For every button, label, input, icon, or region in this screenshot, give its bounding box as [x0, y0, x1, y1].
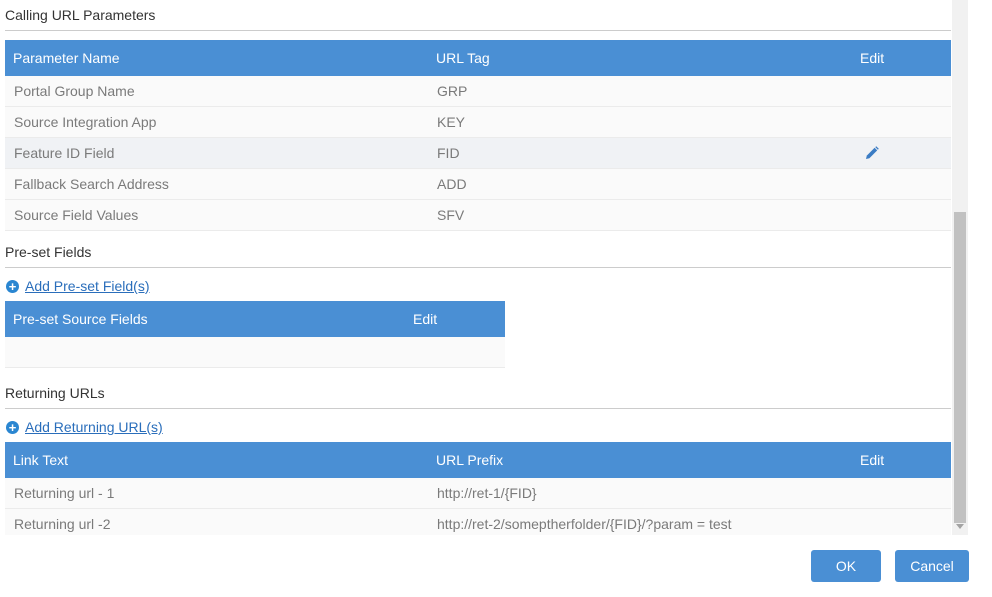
link-text-cell: Returning url - 1: [5, 478, 428, 509]
returning-urls-table: Link Text URL Prefix Edit Returning url …: [5, 442, 951, 535]
returning-urls-title: Returning URLs: [5, 385, 951, 409]
add-preset-fields-link[interactable]: + Add Pre-set Field(s): [6, 278, 149, 294]
url-tag-cell: SFV: [428, 199, 852, 231]
calling-url-parameters-title: Calling URL Parameters: [5, 7, 951, 31]
parameter-name-cell: Source Integration App: [5, 106, 428, 138]
parameter-name-cell: Feature ID Field: [5, 137, 428, 169]
parameter-name-cell: Source Field Values: [5, 199, 428, 231]
vertical-scrollbar[interactable]: [952, 0, 968, 535]
url-tag-cell: ADD: [428, 168, 852, 200]
link-text-cell: Returning url -2: [5, 508, 428, 535]
table-row[interactable]: Portal Group Name GRP: [5, 76, 951, 107]
table-header-row: Parameter Name URL Tag Edit: [5, 40, 951, 76]
preset-fields-title: Pre-set Fields: [5, 244, 951, 268]
calling-url-parameters-table: Parameter Name URL Tag Edit Portal Group…: [5, 40, 951, 231]
plus-circle-icon: +: [6, 420, 19, 434]
table-header-row: Pre-set Source Fields Edit: [5, 301, 505, 337]
edit-cell: [852, 106, 951, 138]
plus-circle-icon: +: [6, 279, 19, 293]
column-header-edit: Edit: [405, 301, 505, 337]
scrollbar-thumb[interactable]: [954, 212, 966, 523]
table-header-row: Link Text URL Prefix Edit: [5, 442, 951, 478]
table-row[interactable]: Source Field Values SFV: [5, 199, 951, 231]
add-returning-urls-label[interactable]: Add Returning URL(s): [25, 419, 163, 435]
add-preset-fields-label[interactable]: Add Pre-set Field(s): [25, 278, 149, 294]
edit-cell: [852, 478, 951, 509]
empty-row: [5, 337, 505, 368]
column-header-preset-source-fields[interactable]: Pre-set Source Fields: [5, 301, 405, 337]
ok-button[interactable]: OK: [811, 550, 881, 582]
table-row[interactable]: Returning url -2 http://ret-2/someptherf…: [5, 508, 951, 535]
cancel-button[interactable]: Cancel: [895, 550, 969, 582]
table-row[interactable]: Fallback Search Address ADD: [5, 168, 951, 200]
edit-cell: [852, 137, 951, 169]
edit-cell: [852, 168, 951, 200]
url-tag-cell: KEY: [428, 106, 852, 138]
column-header-url-prefix[interactable]: URL Prefix: [428, 442, 852, 478]
url-prefix-cell: http://ret-1/{FID}: [428, 478, 852, 509]
edit-cell: [852, 76, 951, 107]
parameter-name-cell: Fallback Search Address: [5, 168, 428, 200]
column-header-edit: Edit: [852, 442, 951, 478]
pencil-icon[interactable]: [865, 146, 951, 160]
scroll-down-arrow-icon[interactable]: [956, 524, 964, 529]
table-row[interactable]: Source Integration App KEY: [5, 106, 951, 138]
url-prefix-cell: http://ret-2/someptherfolder/{FID}/?para…: [428, 508, 852, 535]
edit-cell: [852, 199, 951, 231]
column-header-url-tag[interactable]: URL Tag: [428, 40, 852, 76]
url-tag-cell: GRP: [428, 76, 852, 107]
table-row[interactable]: Returning url - 1 http://ret-1/{FID}: [5, 478, 951, 509]
parameter-name-cell: Portal Group Name: [5, 76, 428, 107]
edit-cell: [852, 508, 951, 535]
table-row[interactable]: Feature ID Field FID: [5, 137, 951, 169]
add-returning-urls-link[interactable]: + Add Returning URL(s): [6, 419, 163, 435]
dialog-content: Calling URL Parameters Parameter Name UR…: [0, 0, 952, 535]
column-header-parameter-name[interactable]: Parameter Name: [5, 40, 428, 76]
url-tag-cell: FID: [428, 137, 852, 169]
column-header-edit: Edit: [852, 40, 951, 76]
preset-fields-table: Pre-set Source Fields Edit: [5, 301, 505, 368]
column-header-link-text[interactable]: Link Text: [5, 442, 428, 478]
